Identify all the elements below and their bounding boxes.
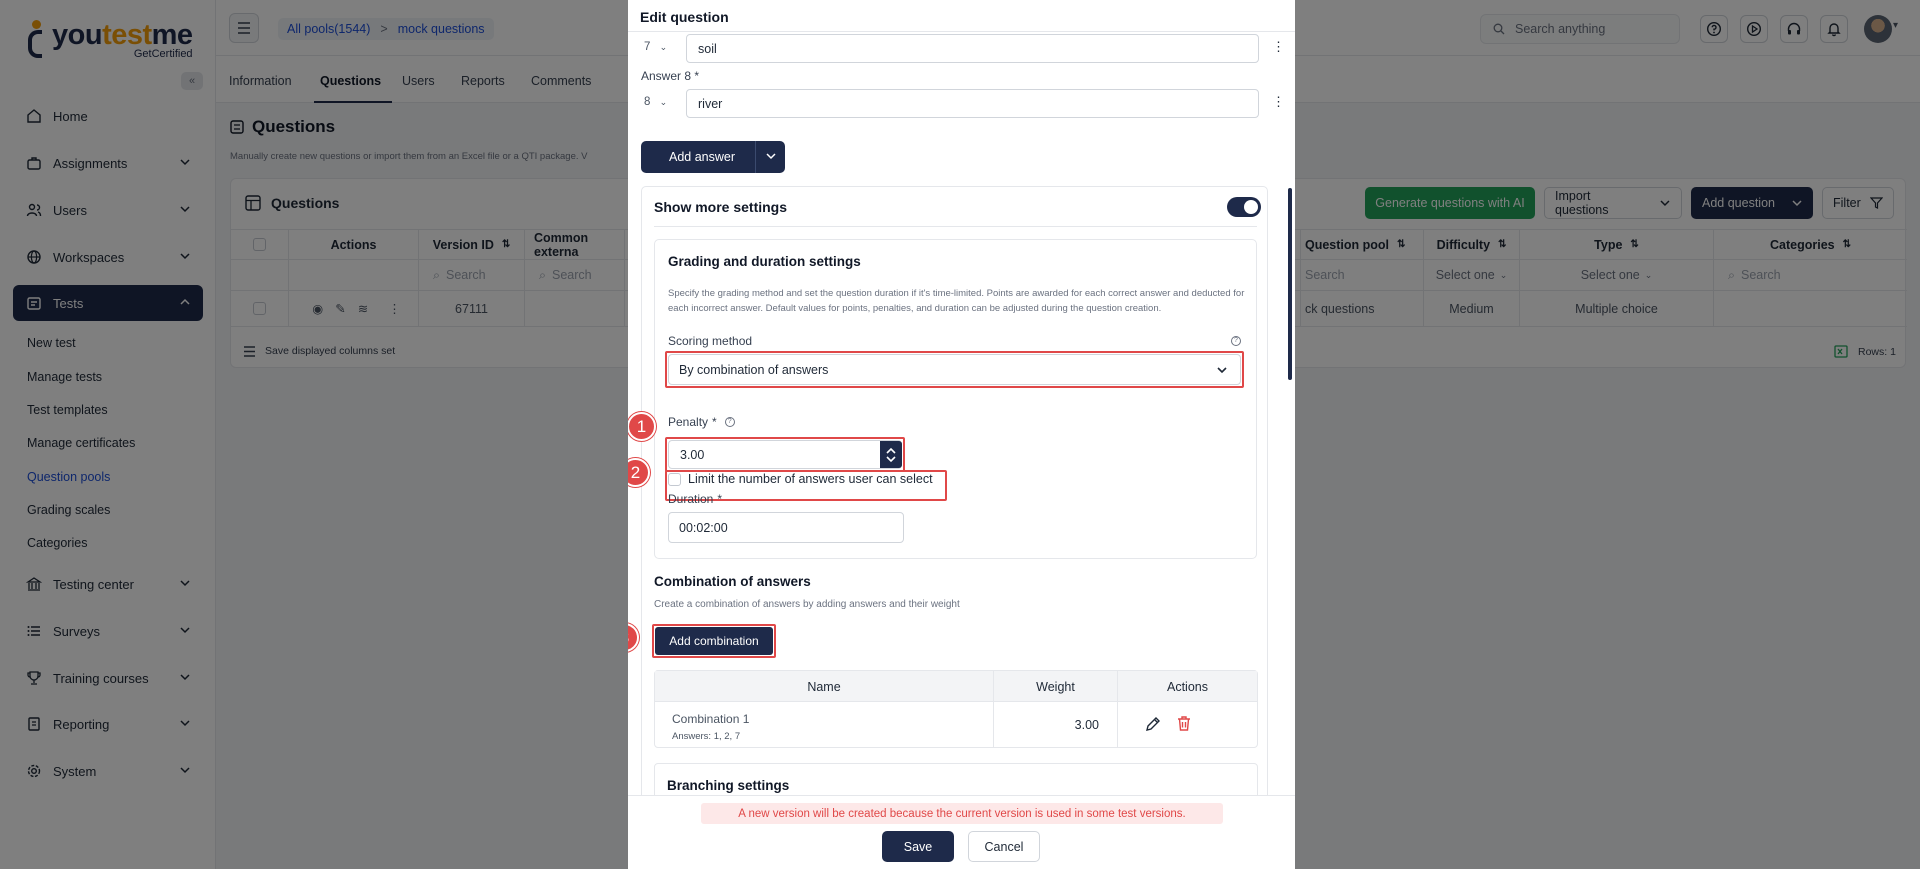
penalty-label-text: Penalty bbox=[668, 415, 709, 429]
scoring-method-label: Scoring method ? bbox=[668, 334, 1241, 348]
kebab-icon[interactable]: ⋮ bbox=[1272, 39, 1285, 55]
grading-description: Specify the grading method and set the q… bbox=[668, 288, 1245, 314]
marker-number: 2 bbox=[630, 462, 641, 482]
required-mark: * bbox=[717, 492, 723, 506]
scoring-label-text: Scoring method bbox=[668, 334, 753, 348]
divider bbox=[654, 226, 1257, 227]
modal-footer: A new version will be created because th… bbox=[628, 795, 1295, 869]
header-actions: Actions bbox=[1167, 679, 1208, 694]
scrollbar[interactable] bbox=[1288, 188, 1292, 380]
kebab-icon[interactable]: ⋮ bbox=[1272, 94, 1285, 110]
answer-order-value: 8 bbox=[644, 96, 651, 108]
combination-answers: Answers: 1, 2, 7 bbox=[672, 731, 741, 742]
step-marker-1: 1 bbox=[628, 412, 656, 441]
marker-number: 3 bbox=[628, 628, 629, 648]
combinations-header-row: Name Weight Actions bbox=[655, 671, 1257, 702]
combination-name-cell: Combination 1 Answers: 1, 2, 7 bbox=[655, 702, 994, 747]
grading-settings-section: Grading and duration settings Specify th… bbox=[654, 239, 1257, 559]
modal-title: Edit question bbox=[640, 9, 729, 25]
combinations-table: Name Weight Actions Combination 1 Answer… bbox=[654, 670, 1258, 748]
show-more-settings-toggle[interactable] bbox=[1227, 197, 1261, 217]
highlight-scoring-method bbox=[665, 351, 1244, 388]
combination-description: Create a combination of answers by addin… bbox=[654, 599, 960, 610]
edit-question-modal: Edit question 7 ⌄ soil ⋮ Answer 8 * 8 ⌄ … bbox=[628, 0, 1295, 869]
new-version-warning: A new version will be created because th… bbox=[701, 803, 1223, 824]
answer-label: Answer 8 * bbox=[641, 69, 700, 83]
highlight-penalty bbox=[665, 437, 905, 472]
branching-title: Branching settings bbox=[667, 778, 790, 793]
answer-row: 7 ⌄ soil ⋮ bbox=[642, 32, 1285, 63]
chevron-down-icon[interactable] bbox=[765, 150, 777, 162]
add-answer-button[interactable]: Add answer bbox=[641, 141, 785, 173]
combination-title: Combination of answers bbox=[654, 574, 811, 589]
answer-order-value: 7 bbox=[644, 41, 651, 53]
more-settings-panel: Show more settings Grading and duration … bbox=[641, 186, 1268, 869]
info-icon[interactable]: ? bbox=[724, 417, 735, 427]
combination-name: Combination 1 bbox=[672, 712, 750, 726]
trash-icon[interactable] bbox=[1176, 715, 1192, 732]
duration-label-text: Duration bbox=[668, 492, 714, 506]
show-more-settings-label: Show more settings bbox=[654, 199, 788, 215]
header-weight: Weight bbox=[994, 671, 1118, 702]
info-icon[interactable]: ? bbox=[1231, 336, 1241, 346]
step-marker-3: 3 bbox=[628, 623, 639, 652]
divider bbox=[755, 141, 756, 173]
answer-order-select[interactable]: 7 ⌄ bbox=[644, 41, 667, 53]
toggle-knob bbox=[1244, 200, 1258, 214]
chevron-down-icon: ⌄ bbox=[659, 97, 668, 107]
combination-actions-cell bbox=[1118, 702, 1257, 747]
combination-weight: 3.00 bbox=[1074, 718, 1099, 732]
required-mark: * bbox=[712, 415, 717, 429]
header-name: Name bbox=[655, 671, 994, 702]
duration-input[interactable]: 00:02:00 bbox=[668, 512, 904, 543]
add-answer-label: Add answer bbox=[669, 150, 736, 164]
table-row: Combination 1 Answers: 1, 2, 7 3.00 bbox=[655, 702, 1257, 747]
cancel-button[interactable]: Cancel bbox=[968, 831, 1040, 862]
answer-input[interactable]: river bbox=[686, 89, 1259, 118]
answer-input[interactable]: soil bbox=[686, 34, 1259, 63]
duration-label: Duration * bbox=[668, 492, 722, 506]
answer-row: 8 ⌄ river ⋮ bbox=[642, 87, 1285, 118]
chevron-down-icon: ⌄ bbox=[659, 42, 668, 52]
highlight-add-combination bbox=[652, 624, 776, 658]
marker-number: 1 bbox=[636, 416, 647, 436]
save-button[interactable]: Save bbox=[882, 831, 954, 862]
combination-weight-cell: 3.00 bbox=[994, 702, 1118, 747]
grading-title: Grading and duration settings bbox=[668, 254, 861, 269]
penalty-label: Penalty * ? bbox=[668, 415, 735, 429]
answer-order-select[interactable]: 8 ⌄ bbox=[644, 96, 667, 108]
pencil-icon[interactable] bbox=[1144, 716, 1161, 733]
